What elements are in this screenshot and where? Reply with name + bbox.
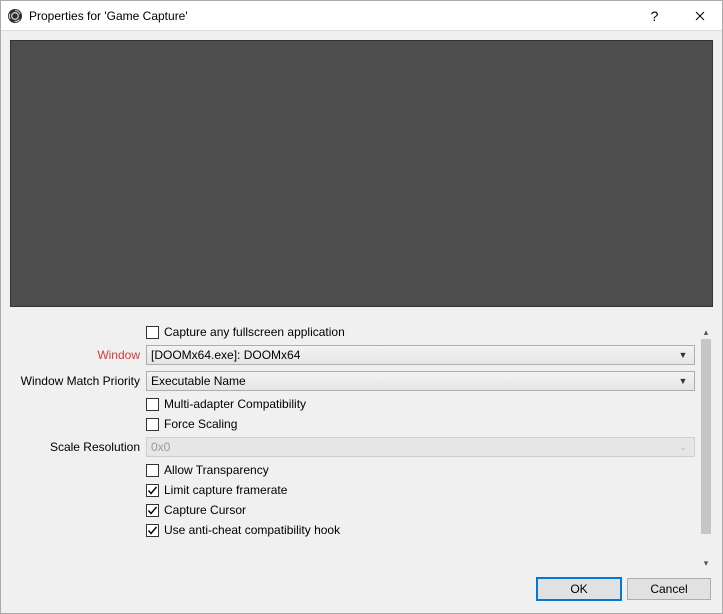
allow-transparency-checkbox[interactable] [146, 464, 159, 477]
capture-cursor-row[interactable]: Capture Cursor [146, 503, 695, 517]
match-priority-value: Executable Name [151, 374, 676, 388]
close-icon [695, 11, 705, 21]
scale-resolution-label: Scale Resolution [10, 440, 140, 454]
capture-cursor-checkbox[interactable] [146, 504, 159, 517]
cancel-button[interactable]: Cancel [627, 578, 711, 600]
window-label: Window [10, 348, 140, 362]
multi-adapter-checkbox[interactable] [146, 398, 159, 411]
allow-transparency-row[interactable]: Allow Transparency [146, 463, 695, 477]
anti-cheat-label: Use anti-cheat compatibility hook [164, 523, 340, 537]
chevron-down-icon: ⌄ [676, 442, 690, 453]
chevron-down-icon: ▼ [676, 350, 690, 360]
force-scaling-row[interactable]: Force Scaling [146, 417, 695, 431]
vertical-scrollbar[interactable]: ▴ ▾ [699, 325, 713, 570]
scroll-up-icon[interactable]: ▴ [699, 325, 713, 339]
force-scaling-label: Force Scaling [164, 417, 237, 431]
scale-resolution-dropdown: 0x0 ⌄ [146, 437, 695, 457]
ok-button[interactable]: OK [537, 578, 621, 600]
content-area: Capture any fullscreen application Windo… [1, 31, 722, 613]
scroll-down-icon[interactable]: ▾ [699, 556, 713, 570]
chevron-down-icon: ▼ [676, 376, 690, 386]
multi-adapter-row[interactable]: Multi-adapter Compatibility [146, 397, 695, 411]
scale-resolution-value: 0x0 [151, 440, 676, 454]
titlebar: Properties for 'Game Capture' ? [1, 1, 722, 31]
help-button[interactable]: ? [632, 1, 677, 31]
limit-framerate-label: Limit capture framerate [164, 483, 287, 497]
preview-pane [10, 40, 713, 307]
allow-transparency-label: Allow Transparency [164, 463, 269, 477]
anti-cheat-row[interactable]: Use anti-cheat compatibility hook [146, 523, 695, 537]
match-priority-dropdown[interactable]: Executable Name ▼ [146, 371, 695, 391]
multi-adapter-label: Multi-adapter Compatibility [164, 397, 306, 411]
capture-fullscreen-label: Capture any fullscreen application [164, 325, 345, 339]
window-title: Properties for 'Game Capture' [29, 9, 188, 23]
window-dropdown[interactable]: [DOOMx64.exe]: DOOMx64 ▼ [146, 345, 695, 365]
app-icon [7, 8, 23, 24]
properties-form: Capture any fullscreen application Windo… [10, 325, 713, 570]
limit-framerate-row[interactable]: Limit capture framerate [146, 483, 695, 497]
anti-cheat-checkbox[interactable] [146, 524, 159, 537]
capture-fullscreen-checkbox[interactable] [146, 326, 159, 339]
dialog-footer: OK Cancel [10, 570, 713, 604]
window-dropdown-value: [DOOMx64.exe]: DOOMx64 [151, 348, 676, 362]
capture-fullscreen-row[interactable]: Capture any fullscreen application [146, 325, 695, 339]
capture-cursor-label: Capture Cursor [164, 503, 246, 517]
scroll-track[interactable] [699, 339, 713, 556]
scroll-thumb[interactable] [701, 339, 711, 534]
match-priority-label: Window Match Priority [10, 374, 140, 388]
close-button[interactable] [677, 1, 722, 31]
limit-framerate-checkbox[interactable] [146, 484, 159, 497]
force-scaling-checkbox[interactable] [146, 418, 159, 431]
